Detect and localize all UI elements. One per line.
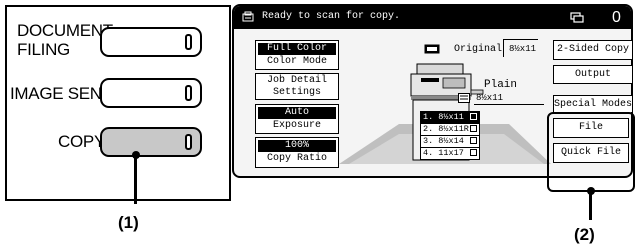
tray-label: 3. 8½x14 bbox=[423, 136, 464, 146]
special-modes-button[interactable]: Special Modes bbox=[553, 95, 633, 112]
callout-1-label: (1) bbox=[118, 213, 139, 232]
callout-2-label: (2) bbox=[574, 225, 595, 244]
exposure-label: Exposure bbox=[272, 120, 321, 131]
color-mode-button[interactable]: Full Color Color Mode bbox=[255, 40, 339, 70]
tray-label: 1. 8½x11 bbox=[423, 112, 464, 122]
output-button[interactable]: Output bbox=[553, 65, 633, 84]
exposure-button[interactable]: Auto Exposure bbox=[255, 104, 339, 134]
job-count: 0 bbox=[612, 9, 621, 26]
job-detail-settings-button[interactable]: Job Detail Settings bbox=[255, 73, 339, 100]
exposure-value: Auto bbox=[258, 107, 336, 119]
copy-ratio-value: 100% bbox=[258, 140, 336, 152]
paper-underline bbox=[474, 104, 544, 105]
tray-label: 2. 8½x11R bbox=[423, 124, 469, 134]
image-send-led-icon bbox=[185, 85, 192, 101]
paper-tray-icon bbox=[458, 93, 470, 103]
image-send-key[interactable] bbox=[100, 78, 202, 108]
tray-paper-icon bbox=[470, 113, 477, 120]
document-filing-led-icon bbox=[185, 34, 192, 50]
tray-label: 4. 11x17 bbox=[423, 148, 464, 158]
tray-row[interactable]: 4. 11x17 bbox=[420, 147, 480, 160]
status-bar: Ready to scan for copy. 0 bbox=[234, 6, 631, 29]
file-button[interactable]: File bbox=[553, 118, 629, 138]
image-send-key-label: IMAGE SEND bbox=[10, 84, 114, 103]
document-filing-key-label: DOCUMENT FILING bbox=[17, 21, 113, 59]
status-message: Ready to scan for copy. bbox=[262, 11, 401, 22]
tray-list: 1. 8½x11 2. 8½x11R 3. 8½x14 4. 11x17 bbox=[420, 111, 480, 160]
quick-file-button[interactable]: Quick File bbox=[553, 143, 629, 163]
copy-key[interactable] bbox=[100, 127, 202, 157]
paper-size: 8½x11 bbox=[476, 93, 504, 103]
scanner-icon bbox=[242, 11, 254, 22]
original-document-icon bbox=[424, 44, 440, 54]
original-size: 8½x11 bbox=[509, 44, 537, 54]
color-mode-value: Full Color bbox=[258, 43, 336, 55]
tray-paper-icon bbox=[470, 125, 477, 132]
paper-type: Plain bbox=[484, 79, 518, 91]
copy-led-icon bbox=[185, 134, 192, 150]
copy-ratio-button[interactable]: 100% Copy Ratio bbox=[255, 137, 339, 168]
callout-1-line bbox=[134, 154, 137, 204]
job-queue-icon[interactable] bbox=[570, 12, 584, 23]
document-filing-key[interactable] bbox=[100, 27, 202, 57]
copy-key-label: COPY bbox=[58, 132, 105, 151]
copy-ratio-label: Copy Ratio bbox=[266, 153, 327, 164]
job-detail-label-2: Settings bbox=[272, 87, 321, 98]
job-detail-label-1: Job Detail bbox=[266, 75, 327, 86]
tray-paper-icon bbox=[470, 149, 477, 156]
tray-paper-icon bbox=[470, 137, 477, 144]
two-sided-copy-button[interactable]: 2-Sided Copy bbox=[553, 40, 633, 60]
color-mode-label: Color Mode bbox=[266, 56, 327, 67]
callout-2-line bbox=[589, 190, 592, 220]
